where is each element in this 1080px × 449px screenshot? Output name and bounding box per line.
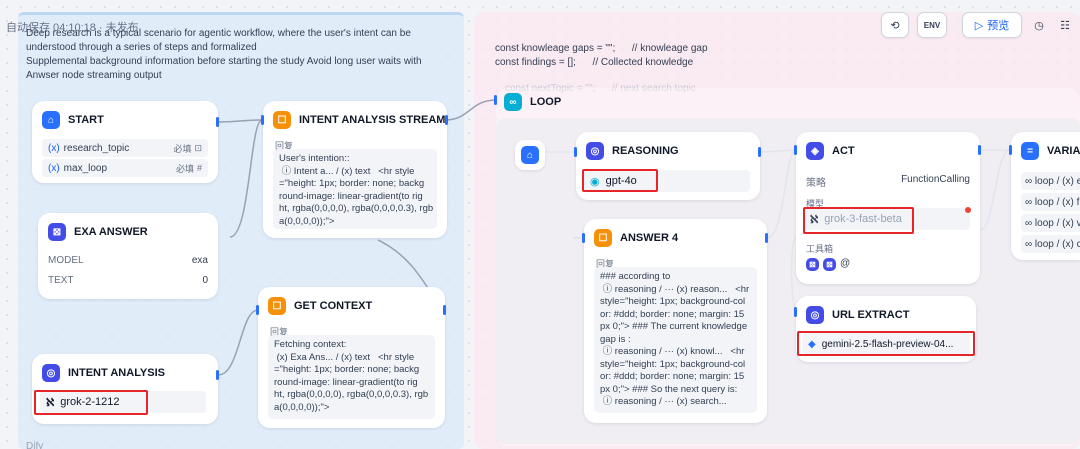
- answer-icon: ☐: [594, 229, 612, 247]
- input-handle[interactable]: [1009, 145, 1012, 155]
- variable-item: ∞ loop / (x) v: [1021, 214, 1080, 232]
- exa-tool-icon[interactable]: ⊠: [823, 258, 836, 271]
- start-var-max-loop: (x) max_loop 必填 #: [42, 159, 208, 177]
- highlight-box: [803, 207, 914, 234]
- output-handle[interactable]: [758, 147, 761, 157]
- llm-icon: ◎: [586, 142, 604, 160]
- input-handle[interactable]: [794, 145, 797, 155]
- output-handle[interactable]: [978, 145, 981, 155]
- answer-content: Fetching context: (x) Exa Ans... / (x) t…: [268, 335, 435, 419]
- output-handle[interactable]: [216, 370, 219, 380]
- variable-item: ∞ loop / (x) f: [1021, 193, 1080, 211]
- answer-icon: ☐: [273, 111, 291, 129]
- agent-icon: ◈: [806, 142, 824, 160]
- input-handle[interactable]: [574, 147, 577, 157]
- node-title: INTENT ANALYSIS STREAM: [299, 114, 446, 126]
- variable-icon: (x): [48, 142, 60, 154]
- node-answer-4[interactable]: ☐ ANSWER 4 回复 ### according to ⓘ reasonin…: [584, 219, 767, 423]
- exa-icon: ⊠: [48, 223, 66, 241]
- jina-tool-icon[interactable]: @: [840, 258, 850, 271]
- output-handle[interactable]: [443, 305, 446, 315]
- variable-icon: (x): [48, 162, 60, 174]
- node-title: START: [68, 114, 104, 126]
- number-type-icon: #: [196, 163, 202, 173]
- exa-tool-icon[interactable]: ⊠: [806, 258, 819, 271]
- llm-icon: ◎: [42, 364, 60, 382]
- loop-start-node[interactable]: ⌂: [515, 140, 545, 170]
- output-handle[interactable]: [216, 117, 219, 127]
- text-type-icon: ⊡: [194, 142, 202, 153]
- home-icon: ⌂: [42, 111, 60, 129]
- variable-item: ∞ loop / (x) e: [1021, 172, 1080, 190]
- start-var-research-topic: (x) research_topic 必填 ⊡: [42, 139, 208, 157]
- node-get-context[interactable]: ☐ GET CONTEXT 回复 Fetching context: (x) Ex…: [258, 287, 445, 428]
- highlight-box: [582, 169, 658, 192]
- node-intent-analysis-stream[interactable]: ☐ INTENT ANALYSIS STREAM 回复 User's intent…: [263, 101, 447, 238]
- loop-icon: ∞: [504, 93, 522, 111]
- home-icon: ⌂: [521, 146, 539, 164]
- node-title: LOOP: [530, 96, 562, 108]
- highlight-box: [797, 331, 975, 356]
- node-start[interactable]: ⌂ START (x) research_topic 必填 ⊡ (x) max_loop 必…: [32, 101, 218, 183]
- input-handle[interactable]: [256, 305, 259, 315]
- node-title: ANSWER 4: [620, 232, 679, 244]
- node-title: REASONING: [612, 145, 679, 157]
- node-title: VARIAB: [1047, 145, 1080, 157]
- answer-icon: ☐: [268, 297, 286, 315]
- node-title: GET CONTEXT: [294, 300, 373, 312]
- output-handle[interactable]: [765, 233, 768, 243]
- input-handle[interactable]: [582, 233, 585, 243]
- node-title: INTENT ANALYSIS: [68, 367, 165, 379]
- answer-content: User's intention:: ⓘ Intent a... / (x) t…: [273, 149, 437, 229]
- node-exa-answer[interactable]: ⊠ EXA ANSWER MODEL exa TEXT 0: [38, 213, 218, 299]
- warning-dot: [965, 207, 971, 213]
- node-variable-assigner[interactable]: = VARIAB ∞ loop / (x) e ∞ loop / (x) f ∞ …: [1011, 132, 1080, 260]
- node-title: ACT: [832, 145, 855, 157]
- llm-icon: ◎: [806, 306, 824, 324]
- node-title: EXA ANSWER: [74, 226, 148, 238]
- variable-item: ∞ loop / (x) c: [1021, 235, 1080, 253]
- input-handle[interactable]: [494, 95, 497, 105]
- output-handle[interactable]: [445, 115, 448, 125]
- node-title: URL EXTRACT: [832, 309, 910, 321]
- assigner-icon: =: [1021, 142, 1039, 160]
- input-handle[interactable]: [794, 307, 797, 317]
- highlight-box: [34, 390, 148, 415]
- answer-content: ### according to ⓘ reasoning / ··· (x) r…: [594, 267, 757, 413]
- input-handle[interactable]: [261, 115, 264, 125]
